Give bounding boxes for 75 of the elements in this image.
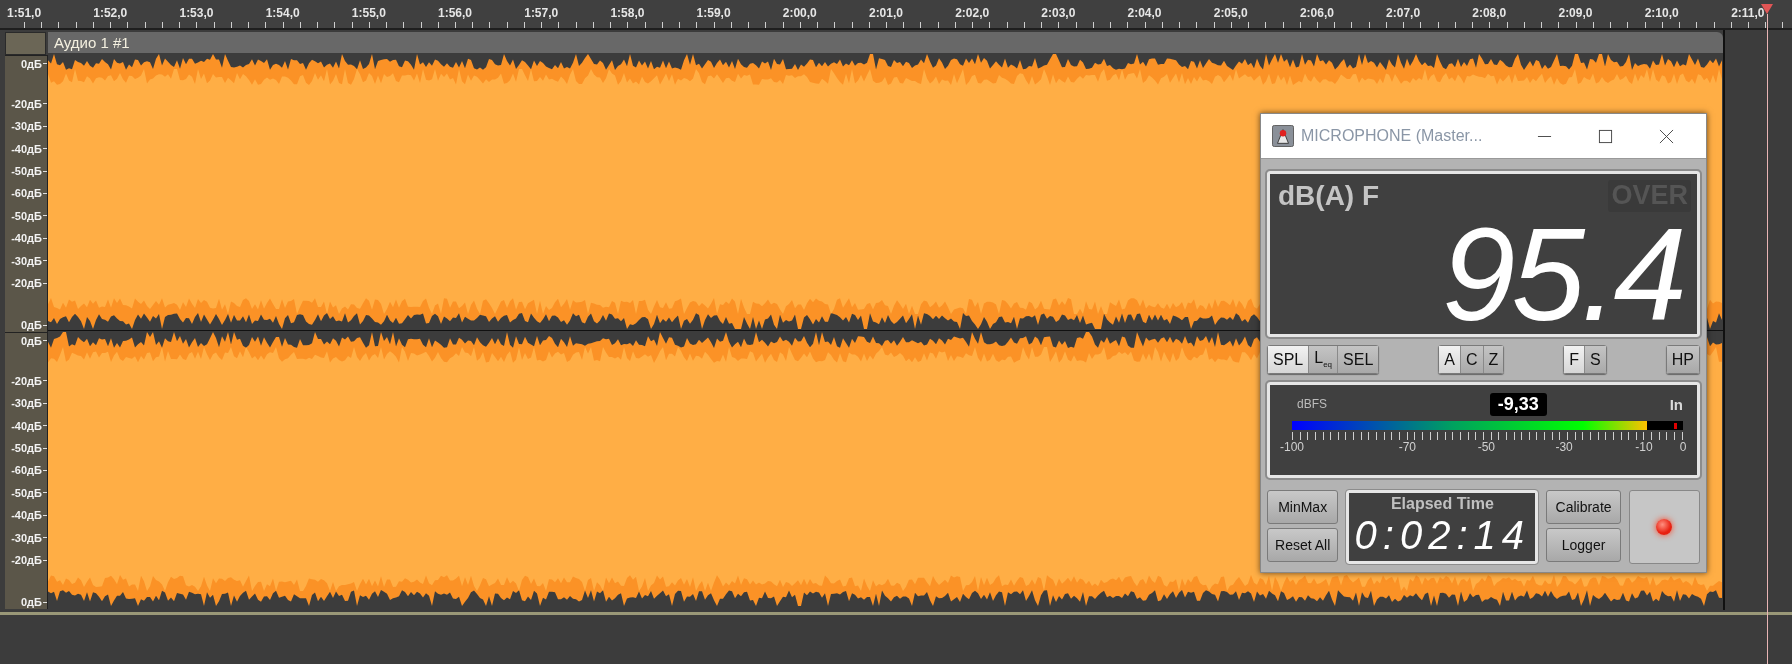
time-label: 1:58,0 — [610, 6, 645, 20]
mode-toggle[interactable]: A — [1439, 346, 1461, 373]
time-label: 2:10,0 — [1644, 6, 1679, 20]
window-title: MICROPHONE (Master... — [1301, 127, 1484, 145]
time-label: 1:59,0 — [696, 6, 731, 20]
mode-toggle[interactable]: L$_{eq}$ — [1309, 346, 1339, 373]
scale-label: -30дБ — [11, 397, 42, 410]
time-label: 2:08,0 — [1472, 6, 1507, 20]
panel-button[interactable]: Reset All — [1267, 528, 1339, 562]
mode-toggle[interactable]: S — [1585, 346, 1606, 373]
scale-label: -60дБ — [11, 187, 42, 200]
time-label: 2:04,0 — [1127, 6, 1162, 20]
maximize-icon[interactable] — [1598, 128, 1613, 144]
scale-label: -40дБ — [11, 142, 42, 155]
scale-label: -20дБ — [11, 277, 42, 289]
time-label: 1:52,0 — [93, 6, 128, 20]
scale-label: -60дБ — [11, 464, 42, 477]
scale-label: 0дБ — [21, 319, 42, 332]
time-label: 2:11,0 — [1731, 6, 1765, 20]
time-label: 2:09,0 — [1558, 6, 1593, 20]
scale-label: -30дБ — [11, 120, 42, 133]
scale-label: -30дБ — [11, 254, 42, 267]
mode-toggle[interactable]: F — [1564, 346, 1586, 373]
time-label: 2:01,0 — [868, 6, 903, 20]
time-label: 2:06,0 — [1299, 6, 1334, 20]
scale-label: -50дБ — [11, 442, 42, 455]
time-label: 1:55,0 — [351, 6, 386, 20]
scale-label: 0дБ — [21, 334, 42, 347]
track-title: Аудио 1 #1 — [54, 34, 130, 51]
scale-label: -20дБ — [11, 554, 42, 566]
time-label: 2:05,0 — [1213, 6, 1248, 20]
time-label: 2:00,0 — [782, 6, 817, 20]
scale-label: -40дБ — [11, 232, 42, 245]
close-icon[interactable] — [1659, 128, 1674, 144]
scale-label: -50 — [1477, 440, 1495, 454]
sound-level-reading: 95.4 — [1442, 225, 1683, 325]
panel-button[interactable]: MinMax — [1267, 490, 1339, 524]
mode-toggle[interactable]: SEL — [1338, 346, 1379, 373]
scale-label: -50дБ — [11, 209, 42, 222]
time-label: 2:07,0 — [1386, 6, 1421, 20]
elapsed-label: Elapsed Time — [1390, 495, 1494, 513]
scale-label: 0дБ — [21, 57, 42, 70]
time-label: 1:54,0 — [265, 6, 300, 20]
scale-label: -30дБ — [11, 531, 42, 544]
mode-toggle[interactable]: SPL — [1268, 346, 1310, 373]
time-label: 1:53,0 — [179, 6, 214, 20]
weighting-label: dB(A) F — [1278, 180, 1380, 212]
scale-label: -20дБ — [11, 97, 42, 110]
source-label: In — [1669, 395, 1683, 413]
time-label: 1:51,0 — [7, 6, 42, 20]
unit-label: dBFS — [1297, 397, 1327, 411]
time-label: 2:02,0 — [955, 6, 990, 20]
mode-toggle[interactable]: C — [1460, 346, 1484, 373]
time-label: 2:03,0 — [1041, 6, 1076, 20]
app-icon — [1272, 125, 1294, 147]
level-value: -9,33 — [1489, 392, 1547, 416]
scale-label: -50дБ — [11, 486, 42, 499]
elapsed-time: 0:02:14 — [1354, 515, 1531, 555]
panel-button[interactable]: Logger — [1546, 528, 1621, 562]
scale-label: -10 — [1635, 440, 1653, 454]
scale-label: -40дБ — [11, 509, 42, 522]
time-label: 1:56,0 — [438, 6, 473, 20]
scale-label: 0 — [1679, 440, 1687, 454]
scale-label: -20дБ — [11, 374, 42, 387]
mode-toggle[interactable]: Z — [1483, 346, 1504, 373]
scale-label: -70 — [1398, 440, 1416, 454]
scale-label: -30 — [1555, 440, 1573, 454]
panel-button[interactable]: Calibrate — [1546, 490, 1621, 524]
scale-label: -40дБ — [11, 419, 42, 432]
scale-label: 0дБ — [21, 596, 42, 609]
scale-label: -50дБ — [11, 165, 42, 178]
peak-marker — [1674, 423, 1677, 429]
time-label: 1:57,0 — [524, 6, 559, 20]
mode-toggle[interactable]: HP — [1666, 346, 1699, 373]
scale-label: -100 — [1280, 440, 1304, 454]
